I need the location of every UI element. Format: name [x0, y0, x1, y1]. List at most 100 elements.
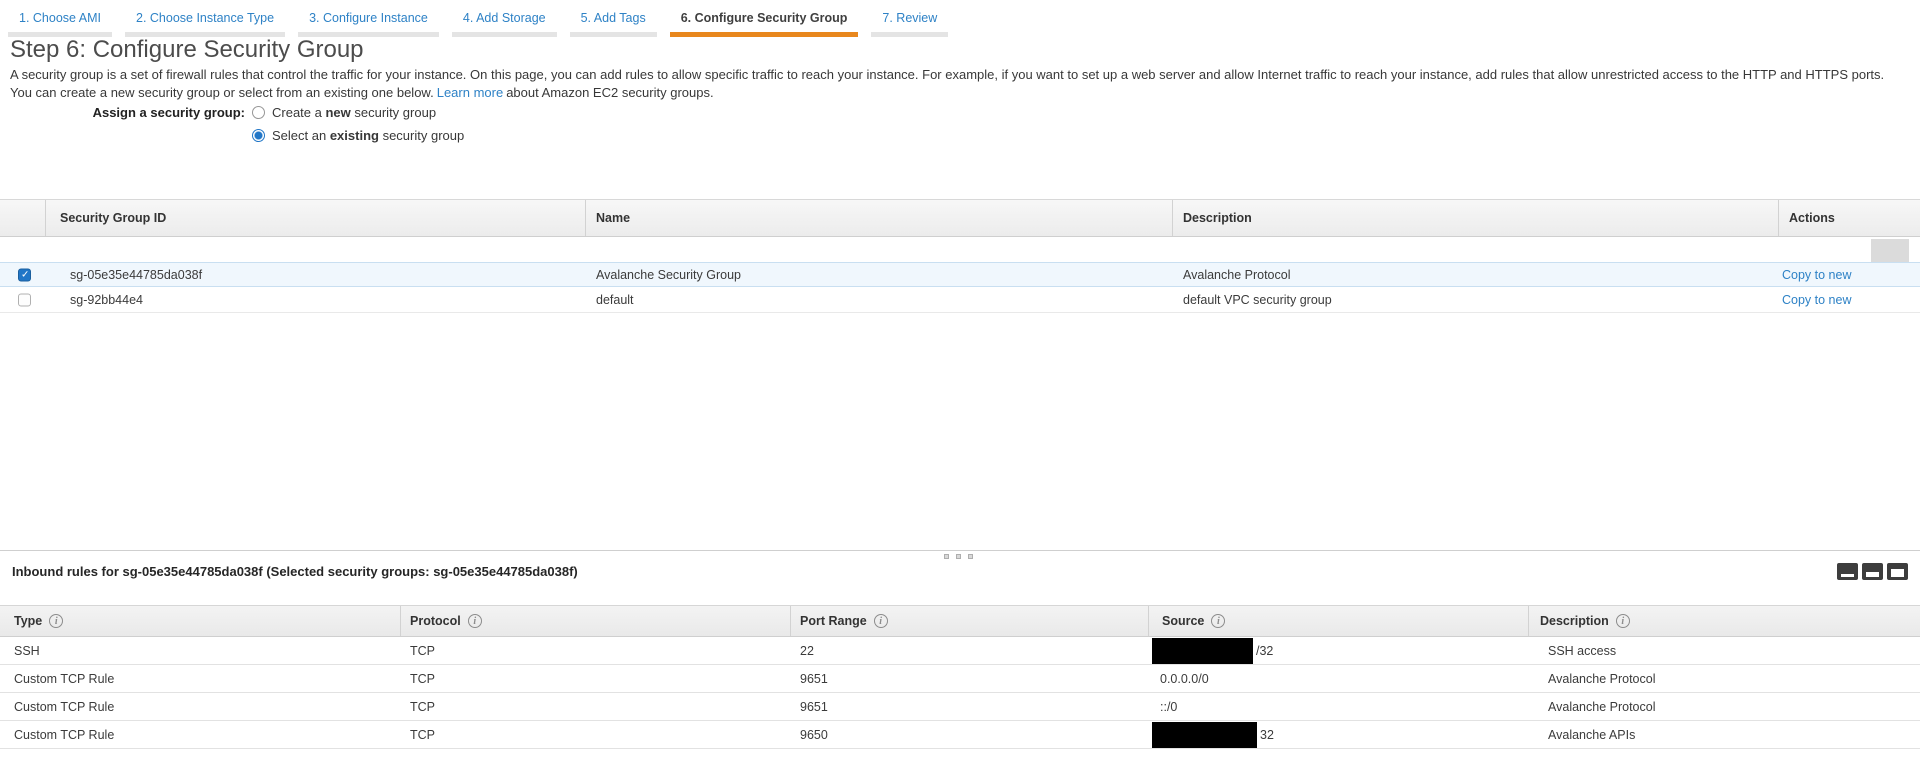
rule-description: Avalanche Protocol	[1548, 665, 1655, 692]
security-group-row-selected[interactable]: sg-05e35e44785da038f Avalanche Security …	[0, 262, 1920, 287]
radio-selected-icon[interactable]	[252, 129, 265, 142]
copy-to-new-link[interactable]: Copy to new	[1782, 268, 1851, 282]
rule-port-range: 22	[800, 637, 814, 664]
rule-protocol: TCP	[410, 637, 435, 664]
redacted-source	[1152, 722, 1257, 748]
redacted-source	[1152, 638, 1253, 664]
security-group-description: default VPC security group	[1183, 288, 1332, 312]
rule-type: Custom TCP Rule	[14, 693, 114, 720]
rule-type: SSH	[14, 637, 40, 664]
pane-divider	[0, 550, 1920, 551]
rule-type: Custom TCP Rule	[14, 721, 114, 748]
radio-option-create-new-group[interactable]: Create a new security group	[252, 104, 436, 120]
rule-source: 32	[1152, 721, 1274, 748]
source-suffix: /32	[1256, 644, 1273, 658]
label-part: security group	[351, 105, 436, 120]
info-icon[interactable]	[468, 614, 482, 628]
security-group-id: sg-92bb44e4	[70, 288, 143, 312]
radio-option-select-existing-group[interactable]: Select an existing security group	[252, 127, 464, 143]
rule-protocol: TCP	[410, 665, 435, 692]
inbound-rule-row: Custom TCP Rule TCP 9651 0.0.0.0/0 Avala…	[0, 665, 1920, 693]
column-separator	[1148, 606, 1149, 636]
column-separator	[1172, 200, 1173, 236]
column-header-description: Description	[1183, 200, 1252, 236]
column-separator	[45, 200, 46, 236]
label-part-bold: existing	[330, 128, 379, 143]
column-header-label: Source	[1162, 614, 1204, 628]
pane-layout-medium-icon[interactable]	[1862, 563, 1883, 580]
pane-resize-handle[interactable]	[944, 554, 973, 559]
label-part: security group	[379, 128, 464, 143]
rule-protocol: TCP	[410, 721, 435, 748]
inbound-rules-table-header: Type Protocol Port Range Source Descript…	[0, 605, 1920, 637]
security-group-name: Avalanche Security Group	[596, 263, 741, 286]
info-icon[interactable]	[1211, 614, 1225, 628]
pane-layout-large-icon[interactable]	[1887, 563, 1908, 580]
inbound-rule-row: Custom TCP Rule TCP 9650 32 Avalanche AP…	[0, 721, 1920, 749]
copy-to-new-link[interactable]: Copy to new	[1782, 293, 1851, 307]
tab-configure-security-group[interactable]: 6. Configure Security Group	[670, 6, 859, 37]
pane-layout-controls	[1837, 563, 1908, 580]
security-group-id: sg-05e35e44785da038f	[70, 263, 202, 286]
label-part: Select an	[272, 128, 330, 143]
drag-dot-icon	[944, 554, 949, 559]
tab-configure-instance[interactable]: 3. Configure Instance	[298, 6, 439, 37]
inbound-rule-row: Custom TCP Rule TCP 9651 ::/0 Avalanche …	[0, 693, 1920, 721]
info-icon[interactable]	[1616, 614, 1630, 628]
info-icon[interactable]	[874, 614, 888, 628]
page-description: A security group is a set of firewall ru…	[10, 66, 1906, 101]
column-separator	[400, 606, 401, 636]
page-title: Step 6: Configure Security Group	[10, 36, 364, 64]
drag-dot-icon	[956, 554, 961, 559]
rule-description: Avalanche Protocol	[1548, 693, 1655, 720]
rule-description: Avalanche APIs	[1548, 721, 1635, 748]
rule-description: SSH access	[1548, 637, 1616, 664]
tab-choose-ami[interactable]: 1. Choose AMI	[8, 6, 112, 37]
security-group-description: Avalanche Protocol	[1183, 263, 1290, 286]
label-part: Create a	[272, 105, 325, 120]
rule-source: ::/0	[1160, 693, 1177, 720]
rule-source: 0.0.0.0/0	[1160, 665, 1209, 692]
column-header-source: Source	[1162, 606, 1225, 636]
column-header-actions: Actions	[1789, 200, 1835, 236]
label-part-bold: new	[325, 105, 350, 120]
column-header-description: Description	[1540, 606, 1630, 636]
source-suffix: 32	[1260, 728, 1274, 742]
radio-option-label: Create a new security group	[272, 105, 436, 120]
radio-unselected-icon[interactable]	[252, 106, 265, 119]
rule-type: Custom TCP Rule	[14, 665, 114, 692]
column-header-label: Protocol	[410, 614, 461, 628]
column-separator	[1528, 606, 1529, 636]
column-header-port-range: Port Range	[800, 606, 888, 636]
column-header-label: Description	[1540, 614, 1609, 628]
ec2-launch-wizard-step6: 1. Choose AMI 2. Choose Instance Type 3.…	[0, 0, 1920, 768]
description-text: A security group is a set of firewall ru…	[10, 67, 1884, 100]
column-header-label: Type	[14, 614, 42, 628]
rule-port-range: 9651	[800, 693, 828, 720]
row-checkbox-checked-icon[interactable]	[18, 268, 31, 281]
rule-protocol: TCP	[410, 693, 435, 720]
rule-port-range: 9651	[800, 665, 828, 692]
inbound-rules-title: Inbound rules for sg-05e35e44785da038f (…	[12, 564, 578, 579]
tab-choose-instance-type[interactable]: 2. Choose Instance Type	[125, 6, 285, 37]
learn-more-link[interactable]: Learn more	[437, 85, 503, 100]
tab-review[interactable]: 7. Review	[871, 6, 948, 37]
rule-source: /32	[1152, 637, 1273, 664]
wizard-steps-tabbar: 1. Choose AMI 2. Choose Instance Type 3.…	[8, 6, 961, 37]
pane-layout-small-icon[interactable]	[1837, 563, 1858, 580]
description-tail: about Amazon EC2 security groups.	[506, 85, 713, 100]
column-separator	[790, 606, 791, 636]
column-header-type: Type	[14, 606, 63, 636]
tab-add-tags[interactable]: 5. Add Tags	[570, 6, 657, 37]
row-checkbox-unchecked-icon[interactable]	[18, 294, 31, 307]
security-group-name: default	[596, 288, 634, 312]
column-header-protocol: Protocol	[410, 606, 482, 636]
tab-add-storage[interactable]: 4. Add Storage	[452, 6, 557, 37]
column-header-label: Port Range	[800, 614, 867, 628]
assign-security-group-label: Assign a security group:	[0, 105, 245, 120]
rule-port-range: 9650	[800, 721, 828, 748]
info-icon[interactable]	[49, 614, 63, 628]
security-group-row[interactable]: sg-92bb44e4 default default VPC security…	[0, 288, 1920, 313]
column-separator	[585, 200, 586, 236]
column-header-security-group-id: Security Group ID	[60, 200, 166, 236]
